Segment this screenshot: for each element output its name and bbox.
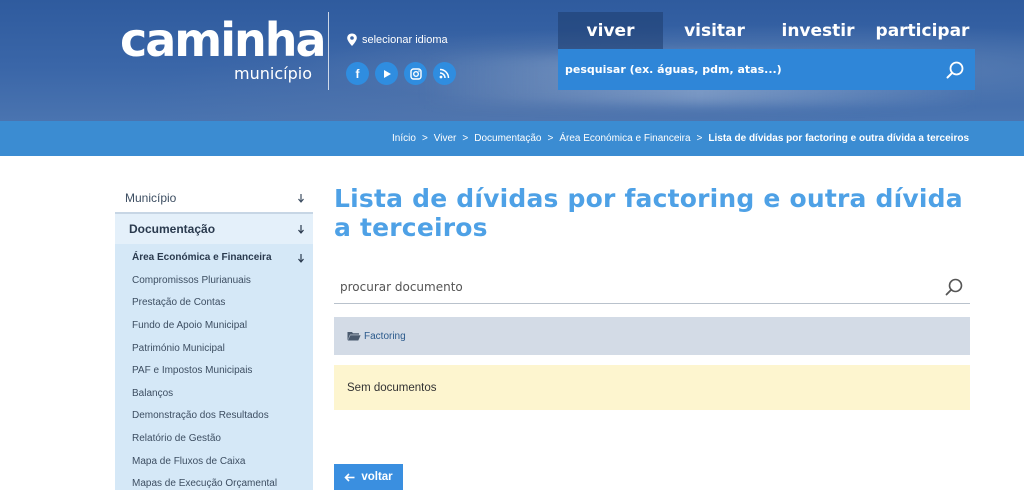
nav-investir[interactable]: investir — [766, 12, 870, 49]
site-header: caminha município selecionar idioma f vi… — [0, 0, 1024, 121]
logo-subtitle: município — [234, 64, 312, 83]
arrow-down-icon — [298, 225, 304, 234]
empty-state-message: Sem documentos — [334, 365, 970, 410]
breadcrumb: Início > Viver > Documentação > Área Eco… — [0, 121, 1024, 156]
sidebar-item-relatorio-gestao[interactable]: Relatório de Gestão — [115, 427, 313, 450]
nav-visitar[interactable]: visitar — [663, 12, 766, 49]
sidebar-item-prestacao-contas[interactable]: Prestação de Contas — [115, 292, 313, 315]
youtube-icon[interactable] — [375, 62, 398, 85]
sidebar-item-demonstracao[interactable]: Demonstração dos Resultados — [115, 405, 313, 428]
arrow-down-icon — [298, 194, 304, 203]
sidebar-submenu: Área Económica e Financeira Compromissos… — [115, 244, 313, 490]
page-title: Lista de dívidas por factoring e outra d… — [334, 184, 963, 242]
arrow-left-icon — [344, 472, 355, 482]
document-search-input[interactable] — [340, 279, 944, 294]
sidebar-item-area-economica[interactable]: Área Económica e Financeira — [115, 246, 313, 269]
sidebar-navigation: Município Documentação Área Económica e … — [115, 184, 313, 490]
site-search-bar — [558, 49, 975, 90]
search-icon[interactable] — [945, 60, 965, 80]
breadcrumb-documentacao[interactable]: Documentação — [474, 133, 541, 144]
breadcrumb-separator: > — [696, 133, 703, 144]
instagram-icon[interactable] — [404, 62, 427, 85]
rss-glyph — [439, 68, 450, 79]
breadcrumb-separator: > — [462, 133, 469, 144]
logo-text[interactable]: caminha — [120, 14, 327, 66]
sidebar-item-balancos[interactable]: Balanços — [115, 382, 313, 405]
breadcrumb-area-economica[interactable]: Área Económica e Financeira — [559, 133, 690, 144]
language-selector[interactable]: selecionar idioma — [346, 32, 448, 48]
language-label: selecionar idioma — [362, 34, 448, 46]
sidebar-item-compromissos[interactable]: Compromissos Plurianuais — [115, 269, 313, 292]
breadcrumb-separator: > — [421, 133, 428, 144]
folder-label: Factoring — [364, 330, 406, 342]
sidebar-item-patrimonio[interactable]: Património Municipal — [115, 337, 313, 360]
folder-open-icon — [347, 332, 361, 341]
sidebar-item-fluxos-caixa[interactable]: Mapa de Fluxos de Caixa — [115, 450, 313, 473]
social-links: f — [346, 62, 456, 85]
folder-factoring[interactable]: Factoring — [334, 317, 970, 355]
sidebar-item-label: Município — [125, 191, 177, 205]
search-icon[interactable] — [944, 277, 964, 297]
sidebar-item-fundo-apoio[interactable]: Fundo de Apoio Municipal — [115, 314, 313, 337]
back-button-label: voltar — [361, 471, 393, 483]
breadcrumb-inicio[interactable]: Início — [392, 133, 416, 144]
facebook-glyph: f — [355, 66, 360, 81]
sidebar-item-label: Documentação — [129, 222, 216, 236]
top-navigation: viver visitar investir participar — [558, 12, 975, 49]
camera-glyph — [409, 67, 422, 80]
site-search-input[interactable] — [565, 63, 945, 76]
back-button[interactable]: voltar — [334, 464, 403, 490]
arrow-down-icon — [298, 253, 304, 263]
play-glyph — [383, 69, 391, 78]
breadcrumb-viver[interactable]: Viver — [434, 133, 457, 144]
main-content: Lista de dívidas por factoring e outra d… — [334, 184, 970, 490]
facebook-icon[interactable]: f — [346, 62, 369, 85]
sidebar-item-execucao-orcamental[interactable]: Mapas de Execução Orçamental — [115, 472, 313, 490]
nav-participar[interactable]: participar — [870, 12, 975, 49]
location-pin-icon — [347, 33, 357, 46]
header-divider — [328, 12, 329, 90]
sidebar-item-municipio[interactable]: Município — [115, 184, 313, 213]
breadcrumb-separator: > — [547, 133, 554, 144]
document-search-bar — [334, 270, 970, 304]
sidebar-item-documentacao[interactable]: Documentação — [115, 213, 313, 244]
breadcrumb-current: Lista de dívidas por factoring e outra d… — [708, 133, 969, 144]
sidebar-item-paf-impostos[interactable]: PAF e Impostos Municipais — [115, 359, 313, 382]
sidebar-item-label: Área Económica e Financeira — [132, 252, 272, 263]
rss-icon[interactable] — [433, 62, 456, 85]
nav-viver[interactable]: viver — [558, 12, 663, 49]
